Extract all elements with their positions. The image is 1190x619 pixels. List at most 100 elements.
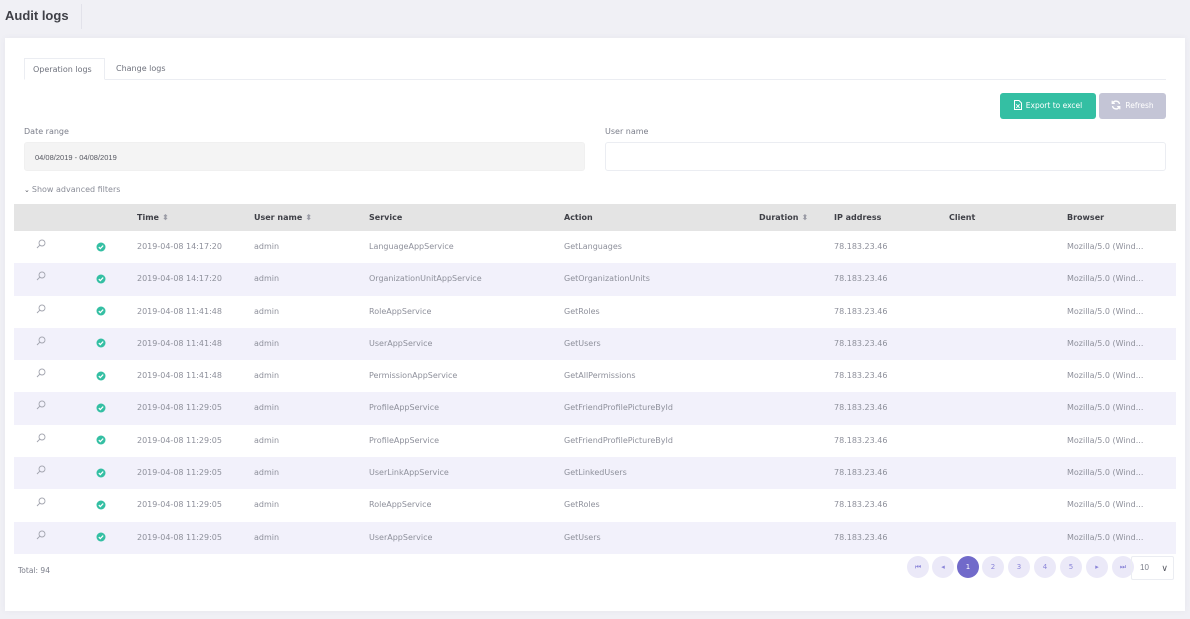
previous-page-icon: ◂ bbox=[941, 563, 945, 571]
success-check-icon bbox=[96, 231, 106, 263]
cell-browser: Mozilla/5.0 (Wind... bbox=[1067, 500, 1144, 510]
table-row: 2019-04-08 11:29:05 admin RoleAppService Ge… bbox=[14, 489, 1176, 521]
cell-ip: 78.183.23.46 bbox=[834, 435, 888, 445]
cell-user: admin bbox=[254, 338, 280, 348]
tab-change-logs[interactable]: Change logs bbox=[108, 58, 178, 80]
cell-time: 2019-04-08 14:17:20 bbox=[137, 274, 222, 284]
page-button-4[interactable]: 4 bbox=[1034, 556, 1056, 578]
cell-user: admin bbox=[254, 306, 280, 316]
cell-action: GetRoles bbox=[564, 500, 600, 510]
view-details-search-icon[interactable] bbox=[36, 489, 46, 521]
cell-ip: 78.183.23.46 bbox=[834, 403, 888, 413]
cell-time: 2019-04-08 11:41:48 bbox=[137, 306, 222, 316]
view-details-search-icon[interactable] bbox=[36, 392, 46, 424]
column-header-time[interactable]: Time ⬍ bbox=[137, 204, 169, 231]
table-row: 2019-04-08 11:41:48 admin RoleAppService Ge… bbox=[14, 296, 1176, 328]
cell-action: GetUsers bbox=[564, 338, 601, 348]
table-header: Time ⬍ User name ⬍ Service Action Duration… bbox=[14, 204, 1176, 231]
page-size-select[interactable]: 10 ∨ bbox=[1131, 556, 1174, 580]
cell-service: LanguageAppService bbox=[369, 242, 454, 251]
cell-service: PermissionAppService bbox=[369, 371, 458, 381]
first-page-icon: ⏮ bbox=[914, 563, 922, 571]
page-button-1[interactable]: 1 bbox=[957, 556, 979, 578]
cell-user: admin bbox=[254, 435, 280, 445]
cell-time: 2019-04-08 11:29:05 bbox=[137, 435, 222, 445]
page-button-2[interactable]: 2 bbox=[982, 556, 1004, 578]
view-details-search-icon[interactable] bbox=[36, 522, 46, 554]
cell-time: 2019-04-08 11:41:48 bbox=[137, 371, 222, 381]
page-button-3[interactable]: 3 bbox=[1008, 556, 1030, 578]
next-page-button[interactable]: ▸ bbox=[1086, 556, 1108, 578]
date-range-label: Date range bbox=[24, 127, 69, 136]
cell-service: RoleAppService bbox=[369, 500, 432, 510]
cell-user: admin bbox=[254, 371, 280, 381]
column-header-ip-address: IP address bbox=[834, 213, 882, 222]
column-header-user-name[interactable]: User name ⬍ bbox=[254, 204, 312, 231]
view-details-search-icon[interactable] bbox=[36, 263, 46, 295]
cell-ip: 78.183.23.46 bbox=[834, 338, 888, 348]
export-label: Export to excel bbox=[1025, 101, 1083, 110]
cell-user: admin bbox=[254, 468, 280, 478]
success-check-icon bbox=[96, 425, 106, 457]
page-button-5[interactable]: 5 bbox=[1060, 556, 1082, 578]
cell-browser: Mozilla/5.0 (Wind... bbox=[1067, 403, 1144, 413]
cell-service: OrganizationUnitAppService bbox=[369, 274, 482, 284]
cell-user: admin bbox=[254, 242, 280, 251]
sort-icon[interactable]: ⬍ bbox=[162, 213, 169, 222]
sort-icon[interactable]: ⬍ bbox=[801, 213, 808, 222]
success-check-icon bbox=[96, 263, 106, 295]
view-details-search-icon[interactable] bbox=[36, 457, 46, 489]
last-page-icon: ⏭ bbox=[1119, 563, 1127, 571]
cell-action: GetFriendProfilePictureById bbox=[564, 403, 673, 413]
cell-action: GetOrganizationUnits bbox=[564, 274, 650, 284]
cell-action: GetAllPermissions bbox=[564, 371, 636, 381]
cell-browser: Mozilla/5.0 (Wind... bbox=[1067, 532, 1144, 542]
cell-action: GetLanguages bbox=[564, 242, 622, 251]
cell-ip: 78.183.23.46 bbox=[834, 306, 888, 316]
success-check-icon bbox=[96, 392, 106, 424]
cell-browser: Mozilla/5.0 (Wind... bbox=[1067, 435, 1144, 445]
cell-ip: 78.183.23.46 bbox=[834, 371, 888, 381]
cell-service: UserAppService bbox=[369, 338, 433, 348]
cell-browser: Mozilla/5.0 (Wind... bbox=[1067, 274, 1144, 284]
advanced-filters-label: Show advanced filters bbox=[31, 185, 121, 194]
user-name-input[interactable] bbox=[605, 142, 1166, 171]
table-row: 2019-04-08 11:29:05 admin ProfileAppServic… bbox=[14, 425, 1176, 457]
success-check-icon bbox=[96, 457, 106, 489]
date-range-input[interactable]: 04/08/2019 - 04/08/2019 bbox=[24, 142, 585, 171]
view-details-search-icon[interactable] bbox=[36, 425, 46, 457]
success-check-icon bbox=[96, 296, 106, 328]
cell-service: ProfileAppService bbox=[369, 435, 440, 445]
show-advanced-filters-toggle[interactable]: ⌄ Show advanced filters bbox=[24, 185, 120, 194]
cell-time: 2019-04-08 11:29:05 bbox=[137, 403, 222, 413]
cell-action: GetRoles bbox=[564, 306, 600, 316]
success-check-icon bbox=[96, 328, 106, 360]
column-label: Duration bbox=[759, 213, 799, 222]
refresh-icon bbox=[1111, 100, 1121, 110]
column-header-duration[interactable]: Duration ⬍ bbox=[759, 204, 808, 231]
cell-user: admin bbox=[254, 500, 280, 510]
next-page-icon: ▸ bbox=[1095, 563, 1099, 571]
table-row: 2019-04-08 11:29:05 admin UserAppService Ge… bbox=[14, 521, 1176, 554]
column-label: User name bbox=[254, 213, 303, 222]
table-row: 2019-04-08 14:17:20 admin OrganizationUnit… bbox=[14, 263, 1176, 296]
cell-browser: Mozilla/5.0 (Wind... bbox=[1067, 371, 1144, 381]
refresh-button[interactable]: Refresh bbox=[1099, 93, 1166, 119]
success-check-icon bbox=[96, 489, 106, 521]
table-row: 2019-04-08 11:41:48 admin UserAppService Ge… bbox=[14, 327, 1176, 361]
column-header-browser: Browser bbox=[1067, 213, 1105, 222]
export-to-excel-button[interactable]: Export to excel bbox=[1000, 93, 1096, 119]
sort-icon[interactable]: ⬍ bbox=[305, 213, 312, 222]
view-details-search-icon[interactable] bbox=[36, 360, 46, 392]
cell-action: GetFriendProfilePictureById bbox=[564, 435, 673, 445]
view-details-search-icon[interactable] bbox=[36, 328, 46, 360]
first-page-button[interactable]: ⏮ bbox=[907, 556, 929, 578]
tab-operation-logs[interactable]: Operation logs bbox=[24, 58, 105, 80]
column-label: Time bbox=[137, 213, 159, 222]
view-details-search-icon[interactable] bbox=[36, 296, 46, 328]
view-details-search-icon[interactable] bbox=[36, 231, 46, 263]
cell-time: 2019-04-08 11:29:05 bbox=[137, 532, 222, 542]
previous-page-button[interactable]: ◂ bbox=[932, 556, 954, 578]
cell-time: 2019-04-08 14:17:20 bbox=[137, 242, 222, 251]
table-body: 2019-04-08 14:17:20 admin LanguageAppServi… bbox=[14, 231, 1176, 554]
